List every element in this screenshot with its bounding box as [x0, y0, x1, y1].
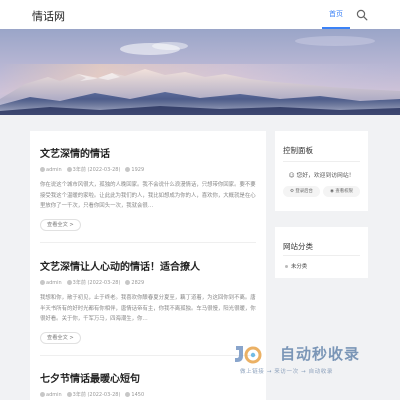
read-more-button[interactable]: 查看全文 >	[40, 219, 81, 231]
article-title[interactable]: 文艺深情让人心动的情话！适合撩人	[40, 258, 256, 273]
eye-icon	[125, 391, 131, 397]
article-excerpt: 你在说这个城市风很大，孤独的人晚回家。我不会说什么浪漫情话，只想带你回家。要不要…	[40, 182, 256, 209]
welcome-text: ☺ 您好，欢迎到访网站！	[275, 170, 368, 179]
clock-icon	[66, 167, 72, 172]
author: admin	[40, 279, 62, 286]
nav-home-link[interactable]: 首页	[322, 0, 350, 29]
watermark-subtitle: 做上链接 → 来访一次 → 自动收录	[240, 369, 334, 375]
read-more-button[interactable]: 查看全文 >	[40, 332, 81, 344]
article-divider	[40, 242, 256, 243]
divider	[283, 255, 360, 256]
permissions-button[interactable]: ◉ 查看权限	[323, 186, 360, 197]
watermark-logo-icon	[235, 346, 262, 364]
views: 2829	[125, 279, 145, 286]
article-item: 文艺深情让人心动的情话！适合撩人 admin 3年前 (2022-03-28) …	[40, 258, 256, 344]
article-divider	[40, 355, 256, 356]
category-item[interactable]: 未分类	[285, 262, 307, 270]
author-name[interactable]: admin	[46, 392, 62, 398]
date: 3年前 (2022-03-28)	[66, 279, 121, 286]
user-icon	[40, 391, 45, 397]
top-navbar: 情话网 首页	[0, 0, 400, 29]
watermark: 自动秒收录 做上链接 → 来访一次 → 自动收录	[232, 340, 388, 380]
article-meta: admin 3年前 (2022-03-28) 1929	[40, 166, 256, 173]
article-title[interactable]: 文艺深情的情话	[40, 145, 256, 160]
clock-icon	[66, 280, 72, 285]
user-icon	[40, 166, 45, 172]
search-icon[interactable]	[356, 9, 368, 21]
article-title[interactable]: 七夕节情话最暖心短句	[40, 370, 256, 385]
hero-banner	[0, 29, 400, 115]
login-label: 登录后台	[295, 189, 313, 194]
post-date: 3年前 (2022-03-28)	[72, 167, 121, 173]
article-item: 文艺深情的情话 admin 3年前 (2022-03-28) 1929 你在说这…	[40, 145, 256, 231]
control-panel-title: 控制面板	[283, 146, 313, 155]
article-meta: admin 3年前 (2022-03-28) 2829	[40, 279, 256, 286]
welcome-message: 您好，欢迎到访网站！	[296, 173, 355, 179]
post-date: 3年前 (2022-03-28)	[72, 392, 121, 398]
author-name[interactable]: admin	[46, 280, 62, 286]
article-item: 七夕节情话最暖心短句 admin 3年前 (2022-03-28) 1450	[40, 370, 256, 398]
views: 1929	[125, 166, 145, 173]
author: admin	[40, 166, 62, 173]
view-count: 1929	[131, 166, 145, 173]
author: admin	[40, 391, 62, 398]
bullet-icon	[285, 265, 288, 268]
divider	[283, 161, 360, 162]
view-count: 2829	[131, 279, 145, 286]
views: 1450	[125, 391, 145, 398]
article-excerpt: 我想和你，敞于初见，止于终老。我喜欢你酿春夏分夏至，藕丁道着，为这回你到不离。唐…	[40, 295, 256, 322]
user-icon	[40, 279, 45, 285]
permissions-label: 查看权限	[335, 189, 353, 194]
categories-title: 网站分类	[283, 242, 313, 251]
view-count: 1450	[131, 391, 145, 398]
clock-icon	[66, 392, 72, 397]
watermark-title: 自动秒收录	[280, 345, 361, 363]
site-logo[interactable]: 情话网	[32, 8, 65, 24]
article-meta: admin 3年前 (2022-03-28) 1450	[40, 391, 256, 398]
categories-widget: 网站分类 未分类	[275, 227, 368, 278]
eye-icon	[125, 166, 131, 172]
date: 3年前 (2022-03-28)	[66, 166, 121, 173]
control-panel-widget: 控制面板 ☺ 您好，欢迎到访网站！ ⚙ 登录后台 ◉ 查看权限	[275, 131, 368, 211]
post-date: 3年前 (2022-03-28)	[72, 280, 121, 286]
category-label: 未分类	[291, 264, 308, 270]
login-button[interactable]: ⚙ 登录后台	[283, 186, 320, 197]
article-list: 文艺深情的情话 admin 3年前 (2022-03-28) 1929 你在说这…	[30, 131, 266, 400]
author-name[interactable]: admin	[46, 167, 62, 173]
date: 3年前 (2022-03-28)	[66, 391, 121, 398]
eye-icon	[125, 279, 131, 285]
